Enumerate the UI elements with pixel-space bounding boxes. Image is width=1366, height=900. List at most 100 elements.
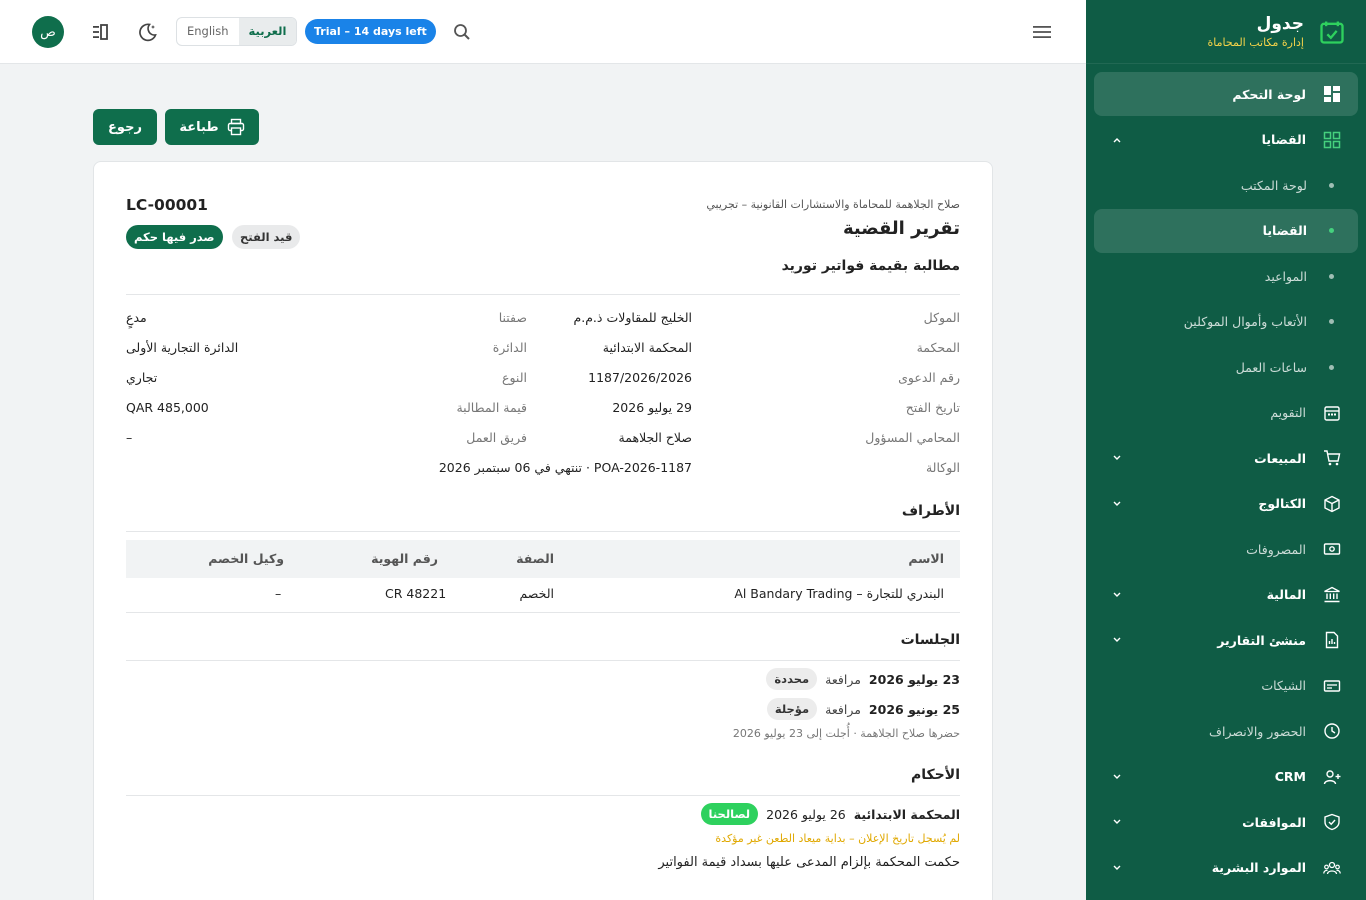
sidebar-item-label: المالية (1266, 587, 1306, 602)
sidebar-toggle-icon[interactable] (88, 20, 112, 44)
lawyer-label: المحامي المسؤول (865, 430, 960, 445)
sidebar-item-label: ساعات العمل (1235, 359, 1307, 375)
sidebar-item-dashboard[interactable]: لوحة التحكم (1094, 72, 1358, 116)
party-agent: – (275, 586, 282, 601)
team-value: – (126, 430, 133, 445)
chevron-down-icon (1110, 815, 1124, 829)
brand[interactable]: جدول إدارة مكاتب المحاماة (1086, 0, 1366, 64)
bullet-icon (1329, 319, 1334, 324)
sidebar-item-cases-group[interactable]: القضايا (1094, 118, 1358, 162)
trial-badge[interactable]: Trial – 14 days left (305, 19, 436, 44)
sidebar-item-approvals[interactable]: الموافقات (1094, 800, 1358, 844)
session-date: 23 يوليو 2026 (868, 671, 960, 687)
avatar[interactable]: ص (32, 16, 64, 48)
circuit-label: الدائرة (492, 340, 527, 355)
sidebar-item-sales[interactable]: المبيعات (1094, 436, 1358, 480)
column-header-name: الاسم (908, 551, 944, 566)
session-row: 23 يوليو 2026 مرافعة محددة (766, 668, 960, 690)
sidebar-subitem-work-hours[interactable]: ساعات العمل (1094, 345, 1358, 389)
calendar-icon (1322, 403, 1342, 423)
brand-title: جدول (1256, 13, 1304, 34)
printer-icon (227, 118, 245, 136)
judgment-result-badge: لصالحنا (700, 803, 759, 825)
sidebar-item-label: منشئ التقارير (1217, 632, 1306, 648)
sidebar-item-hr[interactable]: الموارد البشرية (1094, 846, 1358, 890)
divider (126, 795, 960, 796)
sidebar-subitem-fees[interactable]: الأتعاب وأموال الموكلين (1094, 300, 1358, 344)
user-add-icon (1322, 767, 1342, 787)
sidebar-item-catalog[interactable]: الكتالوج (1094, 482, 1358, 526)
poa-value: POA-2026-1187 · تنتهي في 06 سبتمبر 2026 (438, 460, 692, 475)
page-title: تقرير القضية (842, 218, 960, 239)
party-name: البندري للتجارة – Al Bandary Trading (734, 586, 944, 601)
divider (126, 612, 960, 613)
session-status-badge: مؤجلة (766, 698, 818, 720)
session-note: حضرها صلاح الجلاهمة · أُجلت إلى 23 يوليو… (732, 727, 960, 740)
sidebar-item-label: الشيكات (1261, 678, 1306, 693)
status-badge-open: قيد الفتح (232, 225, 301, 249)
sidebar-item-label: الموارد البشرية (1211, 860, 1306, 875)
party-id: CR 48221 (385, 586, 447, 601)
case-number-label: رقم الدعوى (898, 370, 960, 385)
sidebar-subitem-appointments[interactable]: المواعيد (1094, 254, 1358, 298)
sidebar: جدول إدارة مكاتب المحاماة لوحة التحكم ال… (1086, 0, 1366, 900)
sidebar-item-label: CRM (1274, 769, 1306, 784)
sidebar-item-expenses[interactable]: المصروفات (1094, 527, 1358, 571)
chevron-down-icon (1110, 497, 1124, 511)
lang-english-button[interactable]: English (177, 18, 239, 45)
lawyer-value: صلاح الجلاهمة (618, 430, 692, 445)
column-header-role: الصفة (516, 551, 554, 566)
team-label: فريق العمل (466, 430, 527, 445)
type-label: النوع (502, 370, 527, 385)
claim-value: QAR 485,000 (126, 400, 209, 415)
sidebar-item-label: المبيعات (1254, 450, 1306, 466)
open-date-label: تاريخ الفتح (905, 400, 960, 415)
column-header-id: رقم الهوية (371, 551, 438, 566)
language-switch: English العربية (176, 17, 298, 46)
sidebar-item-label: لوحة المكتب (1240, 177, 1307, 193)
sidebar-item-label: المصروفات (1246, 541, 1306, 557)
sidebar-item-label: الأتعاب وأموال الموكلين (1183, 314, 1307, 329)
people-icon (1322, 858, 1342, 878)
lang-arabic-button[interactable]: العربية (238, 18, 297, 45)
sidebar-item-label: المواعيد (1264, 268, 1307, 284)
sidebar-item-calendar[interactable]: التقويم (1094, 391, 1358, 435)
bullet-icon (1329, 364, 1334, 370)
chevron-down-icon (1110, 861, 1124, 875)
back-button[interactable]: رجوع (93, 109, 157, 145)
sessions-title: الجلسات (900, 632, 960, 648)
chevron-up-icon (1110, 133, 1124, 147)
sidebar-item-label: الحضور والانصراف (1209, 723, 1306, 739)
sidebar-item-report-builder[interactable]: منشئ التقارير (1094, 618, 1358, 662)
party-role: الخصم (519, 586, 554, 601)
firm-name: صلاح الجلاهمة للمحاماة والاستشارات القان… (706, 198, 960, 211)
menu-icon[interactable] (1030, 20, 1054, 44)
calendar-check-logo-icon (1320, 21, 1344, 44)
sidebar-subitem-cases[interactable]: القضايا (1094, 208, 1358, 253)
sidebar-item-cheques[interactable]: الشيكات (1094, 664, 1358, 708)
open-date-value: 29 يوليو 2026 (612, 400, 692, 415)
sidebar-item-crm[interactable]: CRM (1094, 755, 1358, 799)
parties-table-header: الاسم الصفة رقم الهوية وكيل الخصم (126, 540, 960, 578)
sidebar-item-attendance[interactable]: الحضور والانصراف (1094, 709, 1358, 753)
case-number-value: 1187/2026/2026 (588, 370, 692, 385)
dark-mode-moon-icon[interactable] (136, 20, 160, 44)
poa-label: الوكالة (925, 460, 960, 475)
case-code: LC-00001 (126, 196, 208, 214)
sidebar-subitem-office-board[interactable]: لوحة المكتب (1094, 163, 1358, 207)
case-report-card: صلاح الجلاهمة للمحاماة والاستشارات القان… (93, 161, 993, 900)
dashboard-icon (1322, 84, 1342, 104)
search-icon[interactable] (450, 20, 474, 44)
chevron-down-icon (1110, 451, 1124, 465)
print-button[interactable]: طباعة (165, 109, 259, 145)
sidebar-item-finance[interactable]: المالية (1094, 573, 1358, 617)
capacity-label: صفتنا (498, 310, 527, 325)
sidebar-nav: لوحة التحكم القضايا لوحة المكتب القضايا … (1086, 64, 1366, 890)
cases-icon (1322, 130, 1342, 150)
sidebar-item-label: القضايا (1262, 223, 1307, 238)
judgment-court: المحكمة الابتدائية (853, 806, 960, 822)
chevron-down-icon (1110, 770, 1124, 784)
court-label: المحكمة (916, 340, 960, 355)
expenses-icon (1322, 539, 1342, 559)
circuit-value: الدائرة التجارية الأولى (126, 340, 239, 355)
